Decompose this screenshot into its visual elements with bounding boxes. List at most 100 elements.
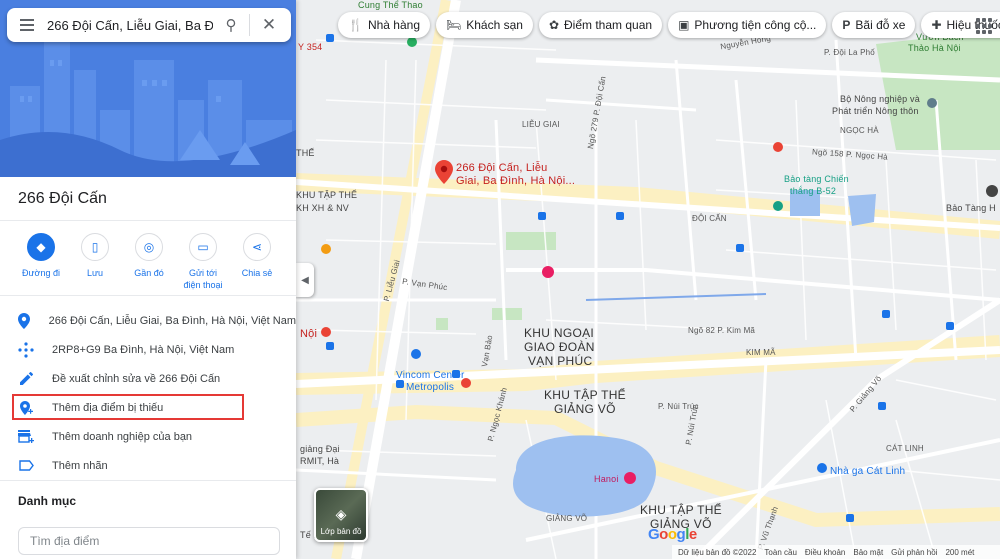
- chip-label: Khách sạn: [466, 18, 523, 32]
- add-missing-place-text: Thêm địa điểm bị thiếu: [52, 401, 164, 414]
- place-search-input[interactable]: [18, 527, 280, 555]
- location-pin-marker[interactable]: [435, 160, 453, 184]
- chip-label: Bãi đỗ xe: [855, 18, 906, 32]
- map-label: LIỄU GIAI: [522, 120, 560, 129]
- map-label: Hanoi: [594, 474, 619, 484]
- add-business-text: Thêm doanh nghiệp của bạn: [52, 430, 193, 443]
- map-label: KHU NGOẠI: [524, 326, 595, 340]
- map-label: KH XH & NV: [296, 203, 350, 213]
- map-label: KIM MÃ: [746, 348, 776, 357]
- map-label: RMIT, Hà: [300, 456, 340, 466]
- place-panel: ⚲ ✕ 266 Đội Cấn ◆ Đường đi ▯ Lưu ◎ Gần đ…: [0, 0, 296, 559]
- add-label-text: Thêm nhãn: [52, 459, 108, 472]
- suggest-edit-row[interactable]: Đề xuất chỉnh sửa về 266 Đội Cấn: [0, 364, 296, 393]
- chip-parking[interactable]: P Bãi đỗ xe: [832, 12, 916, 38]
- place-title: 266 Đội Cấn: [18, 190, 107, 207]
- layers-label: Lớp bản đồ: [320, 527, 362, 536]
- attraction-icon: ✿: [548, 18, 560, 32]
- action-label: Chia sẻ: [241, 268, 273, 278]
- transit-icon: ▣: [678, 18, 690, 32]
- map-label: Vincom Center: [396, 370, 465, 381]
- layers-button[interactable]: ◈ Lớp bản đồ: [314, 488, 368, 542]
- map-label: Ngõ 82 P. Kim Mã: [688, 326, 756, 335]
- layers-icon: ◈: [335, 506, 347, 522]
- map-label: Phát triển Nông thôn: [832, 106, 919, 116]
- location-pin-icon: [0, 312, 49, 329]
- map-footer: Dữ liệu bản đồ ©2022 Toàn cầu Điều khoản…: [672, 545, 1000, 559]
- restaurant-icon: 🍴: [348, 18, 363, 32]
- chevron-left-icon: ◀: [301, 274, 309, 286]
- divider: [0, 295, 296, 296]
- map-label: Nội: [300, 328, 318, 340]
- search-box: ⚲ ✕: [7, 8, 291, 42]
- map-label: THẾ: [296, 148, 315, 158]
- map-label: P. Đội La Phố: [824, 48, 875, 57]
- hotel-icon: 🛏: [446, 18, 462, 32]
- plus-code-row[interactable]: 2RP8+G9 Ba Đình, Hà Nội, Việt Nam: [0, 335, 296, 364]
- divider: [0, 220, 296, 221]
- map-label: KHU TẬP THỂ: [544, 388, 626, 402]
- map-label: KHU TẬP THỂ: [640, 503, 722, 517]
- action-label: Lưu: [86, 268, 104, 278]
- map-label: KHU TẬP THỂ: [296, 190, 358, 200]
- pin-label-line-1: 266 Đội Cấn, Liễu: [456, 162, 548, 174]
- action-buttons: ◆ Đường đi ▯ Lưu ◎ Gần đó ▭ Gửi tới điện…: [18, 233, 280, 291]
- menu-icon[interactable]: [7, 19, 47, 31]
- send-to-phone-icon: ▭: [189, 233, 217, 261]
- search-input[interactable]: [47, 17, 213, 33]
- bookmark-icon: ▯: [81, 233, 109, 261]
- directions-icon: ◆: [27, 233, 55, 261]
- chip-restaurant[interactable]: 🍴 Nhà hàng: [338, 12, 430, 38]
- divider: [0, 480, 296, 481]
- address-row[interactable]: 266 Đội Cấn, Liễu Giai, Ba Đình, Hà Nội,…: [0, 306, 296, 335]
- map-label: ĐỘI CẤN: [692, 214, 727, 223]
- save-button[interactable]: ▯ Lưu: [72, 233, 118, 291]
- scale-label[interactable]: 200 mét: [945, 548, 974, 557]
- feedback-link[interactable]: Gửi phản hồi: [891, 548, 937, 557]
- close-icon[interactable]: ✕: [250, 15, 288, 35]
- map-label: CÁT LINH: [886, 444, 924, 453]
- chip-attraction[interactable]: ✿ Điểm tham quan: [538, 12, 663, 38]
- map-label: thắng B-52: [790, 186, 837, 196]
- map-data-credit: Dữ liệu bản đồ ©2022: [678, 547, 757, 557]
- chip-hotel[interactable]: 🛏 Khách sạn: [436, 12, 533, 38]
- add-label-row[interactable]: Thêm nhãn: [0, 451, 296, 480]
- map-label: Bảo Tàng H: [946, 203, 996, 213]
- chip-label: Nhà hàng: [367, 18, 420, 32]
- action-label: Gửi tới điện thoại: [183, 268, 223, 290]
- share-button[interactable]: ⋖ Chia sẻ: [234, 233, 280, 291]
- collapse-panel-button[interactable]: ◀: [296, 263, 314, 297]
- plus-code-icon: [0, 341, 52, 358]
- plus-code-text: 2RP8+G9 Ba Đình, Hà Nội, Việt Nam: [52, 343, 235, 356]
- action-label: Đường đi: [22, 268, 60, 278]
- parking-icon: P: [842, 18, 851, 32]
- add-business-row[interactable]: Thêm doanh nghiệp của bạn: [0, 422, 296, 451]
- map-label: Bộ Nông nghiệp và: [840, 94, 920, 104]
- map-canvas[interactable]: Cung Thể Thao Y 354 Nguyễn Hồng P. Đội L…: [296, 0, 1000, 559]
- chip-transit[interactable]: ▣ Phương tiện công cộ...: [668, 12, 827, 38]
- apps-grid-icon[interactable]: [976, 18, 992, 34]
- category-heading: Danh mục: [18, 494, 77, 508]
- nearby-button[interactable]: ◎ Gần đó: [126, 233, 172, 291]
- chip-label: Phương tiện công cộ...: [694, 18, 817, 32]
- add-business-icon: [0, 429, 52, 444]
- share-icon: ⋖: [243, 233, 271, 261]
- search-icon[interactable]: ⚲: [213, 16, 249, 34]
- action-label: Gần đó: [134, 268, 164, 278]
- edit-pencil-icon: [0, 372, 52, 385]
- add-missing-place-row[interactable]: Thêm địa điểm bị thiếu: [0, 393, 296, 422]
- send-to-phone-button[interactable]: ▭ Gửi tới điện thoại: [180, 233, 226, 291]
- directions-button[interactable]: ◆ Đường đi: [18, 233, 64, 291]
- global-link[interactable]: Toàn cầu: [764, 548, 796, 557]
- label-icon: [0, 460, 52, 471]
- map-label: Bảo tàng Chiến: [784, 174, 849, 184]
- map-label: Y 354: [298, 42, 323, 52]
- google-logo: Google: [648, 526, 697, 543]
- map-label: NGỌC HÀ: [840, 126, 879, 135]
- pin-label-line-2: Giai, Ba Đình, Hà Nội...: [456, 175, 576, 187]
- pharmacy-icon: ✚: [931, 18, 942, 32]
- terms-link[interactable]: Điều khoản: [805, 548, 845, 557]
- suggest-edit-text: Đề xuất chỉnh sửa về 266 Đội Cấn: [52, 372, 221, 385]
- privacy-link[interactable]: Bảo mật: [853, 548, 883, 557]
- map-label: Nhà ga Cát Linh: [830, 466, 906, 477]
